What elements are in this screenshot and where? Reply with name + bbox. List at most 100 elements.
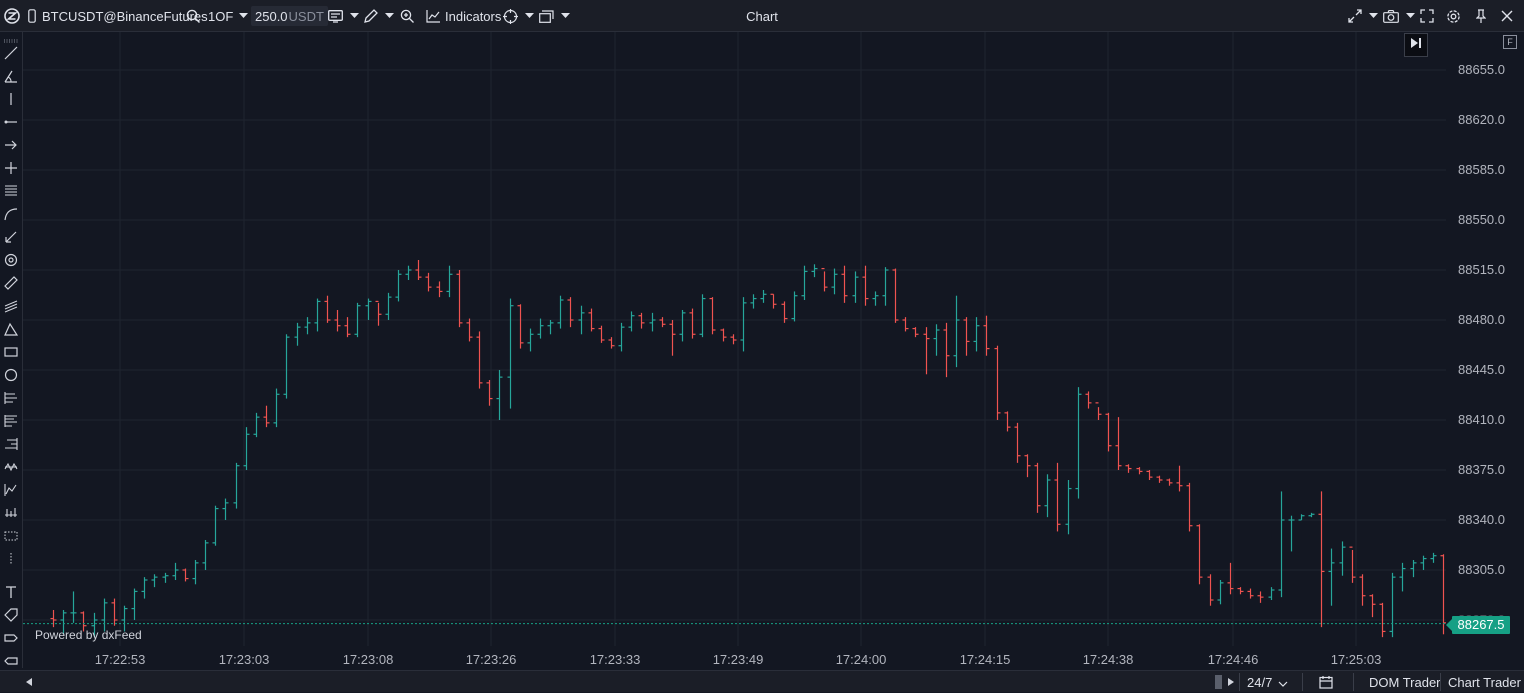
- link-button[interactable]: [1348, 0, 1378, 32]
- time-axis-label: 17:24:00: [835, 652, 887, 667]
- pencil-icon: [364, 9, 378, 23]
- calendar-icon[interactable]: [1319, 671, 1333, 693]
- price-label-icon[interactable]: [2, 652, 20, 670]
- price-axis[interactable]: 88655.0 88620.0 88585.0 88550.0 88515.0 88480…: [1446, 32, 1524, 646]
- price-axis-label: 88305.0: [1458, 562, 1505, 577]
- chart-type-button[interactable]: [328, 0, 359, 32]
- indicators-icon: [426, 9, 440, 23]
- time-axis[interactable]: 17:22:53 17:23:03 17:23:08 17:23:26 17:23:33…: [23, 646, 1446, 670]
- price-axis-label: 88620.0: [1458, 112, 1505, 127]
- chart-type-icon: [328, 9, 343, 23]
- camera-icon: [1383, 9, 1399, 23]
- arrow-icon[interactable]: [2, 136, 20, 154]
- watermark: Powered by dxFeed: [35, 628, 142, 642]
- trend-line-icon[interactable]: [2, 44, 20, 62]
- chart-plot-area[interactable]: [23, 32, 1446, 646]
- pattern-icon[interactable]: [2, 458, 20, 476]
- ruler-icon[interactable]: [2, 274, 20, 292]
- screenshot-button[interactable]: [1383, 0, 1415, 32]
- magnifier-icon[interactable]: [2, 251, 20, 269]
- top-toolbar: BTCUSDT@BinanceFutures 1OF 250.0 USDT In…: [0, 0, 1524, 32]
- pin-icon[interactable]: [1476, 0, 1486, 32]
- timeframe-label: 1OF: [208, 8, 234, 24]
- drawing-toolbar: [0, 32, 23, 668]
- chevron-down-icon: [385, 13, 394, 19]
- fib-retracement-icon[interactable]: [2, 412, 20, 430]
- scroll-handle[interactable]: [1215, 671, 1222, 693]
- elliott-wave-icon[interactable]: [2, 481, 20, 499]
- symbol-selector[interactable]: BTCUSDT@BinanceFutures: [42, 0, 208, 32]
- crosshair-icon: [503, 8, 518, 24]
- close-icon[interactable]: [1501, 0, 1513, 32]
- curve-icon[interactable]: [2, 205, 20, 223]
- session-selector[interactable]: 24/7: [1247, 671, 1288, 693]
- indicators-button[interactable]: Indicators: [426, 0, 501, 32]
- app-logo-icon[interactable]: [4, 0, 20, 32]
- chart-trader-button[interactable]: Chart Trader: [1448, 671, 1521, 693]
- link-icon: [1348, 9, 1362, 23]
- price-axis-label: 88340.0: [1458, 512, 1505, 527]
- chevron-down-icon: [1406, 13, 1415, 19]
- settings-icon[interactable]: [1446, 0, 1461, 32]
- vertical-line-icon[interactable]: [2, 90, 20, 108]
- time-axis-label: 17:22:53: [94, 652, 146, 667]
- angle-icon[interactable]: [2, 67, 20, 85]
- dom-trader-button[interactable]: DOM Trader: [1369, 671, 1441, 693]
- time-axis-label: 17:23:03: [218, 652, 270, 667]
- parallel-lines-icon[interactable]: [2, 182, 20, 200]
- dotted-box-icon[interactable]: [2, 527, 20, 545]
- zoom-icon[interactable]: [400, 0, 415, 32]
- drawing-tools-button[interactable]: [364, 0, 394, 32]
- scroll-right-icon[interactable]: [1228, 671, 1234, 693]
- fib-extension-icon[interactable]: [2, 435, 20, 453]
- price-axis-label: 88550.0: [1458, 212, 1505, 227]
- cross-line-icon[interactable]: [2, 159, 20, 177]
- price-axis-label: 88585.0: [1458, 162, 1505, 177]
- price-axis-label: 88515.0: [1458, 262, 1505, 277]
- horizontal-ray-icon[interactable]: [2, 113, 20, 131]
- triangle-icon[interactable]: [2, 320, 20, 338]
- session-label: 24/7: [1247, 674, 1273, 690]
- templates-button[interactable]: [539, 0, 570, 32]
- rectangle-icon[interactable]: [2, 343, 20, 361]
- pitchfork-icon[interactable]: [2, 389, 20, 407]
- templates-icon: [539, 9, 554, 23]
- time-axis-label: 17:23:49: [712, 652, 764, 667]
- price-axis-label: 88410.0: [1458, 412, 1505, 427]
- timeframe-selector[interactable]: 1OF: [208, 0, 249, 32]
- dotted-line-icon[interactable]: [2, 550, 20, 568]
- chevron-down-icon: [561, 13, 570, 19]
- fullscreen-icon[interactable]: [1420, 0, 1434, 32]
- mobile-icon[interactable]: [28, 0, 36, 32]
- time-axis-label: 17:23:33: [589, 652, 641, 667]
- quantity-unit: USDT: [288, 8, 324, 24]
- current-price-tag: 88267.5: [1446, 616, 1510, 634]
- time-axis-label: 17:25:03: [1330, 652, 1382, 667]
- text-icon[interactable]: [2, 583, 20, 601]
- price-axis-label: 88445.0: [1458, 362, 1505, 377]
- fib-channel-icon[interactable]: [2, 297, 20, 315]
- chevron-down-icon: [239, 13, 249, 19]
- tag-icon[interactable]: [2, 606, 20, 624]
- scroll-left-icon[interactable]: [26, 671, 32, 693]
- quantity-input[interactable]: 250.0 USDT: [251, 6, 328, 26]
- go-to-last-bar-button[interactable]: [1404, 33, 1428, 57]
- gann-icon[interactable]: [2, 504, 20, 522]
- chevron-down-icon: [525, 13, 534, 19]
- search-icon[interactable]: [186, 0, 201, 32]
- circle-icon[interactable]: [2, 366, 20, 384]
- chart-svg: [23, 32, 1446, 646]
- quantity-value: 250.0: [255, 8, 288, 24]
- time-axis-label: 17:23:08: [342, 652, 394, 667]
- price-axis-label: 88375.0: [1458, 462, 1505, 477]
- bottom-bar: 24/7 DOM Trader Chart Trader: [0, 670, 1524, 692]
- arrow-marker-icon[interactable]: [2, 228, 20, 246]
- chevron-down-icon: [350, 13, 359, 19]
- crosshair-button[interactable]: [503, 0, 534, 32]
- label-icon[interactable]: [2, 629, 20, 647]
- chevron-down-icon: [1278, 675, 1288, 690]
- price-axis-label: 88480.0: [1458, 312, 1505, 327]
- indicators-label: Indicators: [445, 8, 502, 24]
- time-axis-label: 17:24:15: [959, 652, 1011, 667]
- time-axis-label: 17:24:46: [1207, 652, 1259, 667]
